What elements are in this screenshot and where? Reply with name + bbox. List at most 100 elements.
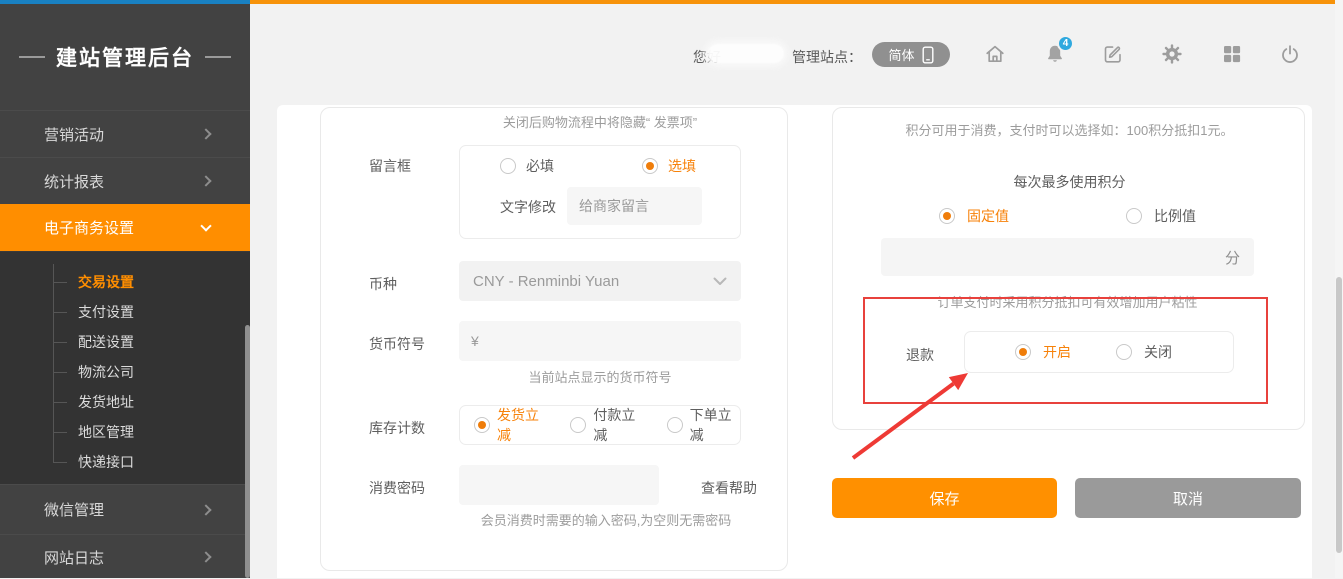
- sidebar-item-label: 营销活动: [44, 124, 202, 145]
- radio-pay-deduct-label: 付款立减: [593, 405, 643, 445]
- message-box-group: 必填 选填 文字修改: [459, 145, 741, 239]
- currency-symbol-label: 货币符号: [369, 334, 425, 354]
- chevron-right-icon: [200, 175, 211, 186]
- top-accent-orange: [250, 0, 1343, 4]
- points-settings-panel-right: 积分可用于消费，支付时可以选择如：100积分抵扣1元。 每次最多使用积分 固定值…: [832, 107, 1305, 430]
- radio-optional[interactable]: [642, 158, 658, 174]
- sidebar-item-ecommerce-settings[interactable]: 电子商务设置: [0, 204, 250, 251]
- sidebar-item-wechat[interactable]: 微信管理: [0, 484, 250, 534]
- sidebar-item-label: 统计报表: [44, 171, 202, 192]
- radio-optional-label: 选填: [668, 156, 696, 176]
- chevron-down-icon: [200, 220, 211, 231]
- cancel-button[interactable]: 取消: [1075, 478, 1301, 518]
- consume-password-label: 消费密码: [369, 478, 425, 498]
- max-points-input[interactable]: [895, 249, 1225, 265]
- bell-icon: 4: [1043, 42, 1067, 66]
- radio-required[interactable]: [500, 158, 516, 174]
- gear-icon: [1160, 42, 1184, 66]
- submenu-item-delivery-settings[interactable]: 配送设置: [0, 327, 250, 357]
- grid-icon: [1221, 43, 1243, 65]
- trade-settings-panel-left: 关闭后购物流程中将隐藏“ 发票项” 留言框 必填 选填 文字修改 币种 CNY …: [320, 107, 788, 571]
- site-label: 管理站点：: [792, 47, 862, 67]
- consume-password-input[interactable]: [459, 465, 659, 505]
- notifications-button[interactable]: 4: [1041, 40, 1069, 68]
- sidebar: 建站管理后台 营销活动 统计报表 电子商务设置 交易设置 支付设置 配送设置 物…: [0, 4, 250, 578]
- mobile-icon: [922, 46, 934, 64]
- radio-ship-deduct[interactable]: [474, 417, 490, 433]
- radio-refund-off-label: 关闭: [1144, 342, 1172, 362]
- radio-pay-deduct[interactable]: [570, 417, 586, 433]
- brand-dash-left: [19, 56, 45, 58]
- submenu-item-payment-settings[interactable]: 支付设置: [0, 297, 250, 327]
- text-edit-label: 文字修改: [500, 197, 556, 217]
- radio-required-label: 必填: [526, 156, 554, 176]
- refund-group: 开启 关闭: [964, 331, 1234, 373]
- consume-password-hint: 会员消费时需要的输入密码,为空则无需密码: [461, 510, 751, 529]
- brand: 建站管理后台: [0, 4, 250, 110]
- edit-button[interactable]: [1099, 40, 1127, 68]
- refund-label: 退款: [906, 345, 934, 365]
- home-icon: [983, 42, 1007, 66]
- radio-fixed-value-label: 固定值: [967, 206, 1009, 226]
- sidebar-item-label: 微信管理: [44, 499, 202, 520]
- message-box-label: 留言框: [369, 156, 411, 176]
- sidebar-item-site-log[interactable]: 网站日志: [0, 534, 250, 579]
- settings-button[interactable]: [1158, 40, 1186, 68]
- stock-count-label: 库存计数: [369, 418, 425, 438]
- message-required-option[interactable]: 必填: [500, 156, 554, 176]
- sidebar-item-label: 电子商务设置: [44, 217, 202, 238]
- chevron-right-icon: [200, 128, 211, 139]
- currency-select-value: CNY - Renminbi Yuan: [473, 273, 713, 290]
- site-language-label: 简体: [888, 45, 914, 64]
- radio-refund-on-label: 开启: [1043, 342, 1071, 362]
- page-scrollbar-thumb[interactable]: [1336, 277, 1342, 553]
- notification-badge: 4: [1057, 35, 1074, 52]
- chevron-right-icon: [200, 551, 211, 562]
- radio-ship-deduct-label: 发货立减: [497, 405, 547, 445]
- currency-label: 币种: [369, 274, 397, 294]
- sidebar-item-label: 网站日志: [44, 547, 202, 568]
- sidebar-scrollbar[interactable]: [245, 325, 250, 578]
- redacted-username: [708, 44, 784, 63]
- points-unit: 分: [1225, 247, 1240, 268]
- max-points-field: 分: [881, 238, 1254, 276]
- max-points-label: 每次最多使用积分: [843, 172, 1296, 192]
- ratio-value-option[interactable]: 比例值: [1126, 206, 1196, 226]
- invoice-hint: 关闭后购物流程中将隐藏“ 发票项”: [459, 112, 741, 131]
- ecommerce-submenu: 交易设置 支付设置 配送设置 物流公司 发货地址 地区管理 快递接口: [0, 251, 250, 484]
- brand-dash-right: [205, 56, 231, 58]
- radio-refund-on[interactable]: [1015, 344, 1031, 360]
- app-title: 建站管理后台: [56, 42, 194, 72]
- radio-fixed-value[interactable]: [939, 208, 955, 224]
- message-optional-option[interactable]: 选填: [642, 156, 696, 176]
- message-text-input[interactable]: [567, 187, 702, 225]
- radio-order-deduct[interactable]: [667, 417, 683, 433]
- currency-symbol-input[interactable]: [459, 321, 741, 361]
- home-button[interactable]: [981, 40, 1009, 68]
- fixed-value-option[interactable]: 固定值: [939, 206, 1009, 226]
- chevron-right-icon: [200, 504, 211, 515]
- currency-symbol-hint: 当前站点显示的货币符号: [459, 367, 741, 386]
- edit-icon: [1101, 42, 1125, 66]
- radio-refund-off[interactable]: [1116, 344, 1132, 360]
- stock-count-group: 发货立减 付款立减 下单立减: [459, 405, 741, 445]
- site-language-pill[interactable]: 简体: [872, 42, 950, 67]
- currency-select[interactable]: CNY - Renminbi Yuan: [459, 261, 741, 301]
- sidebar-item-reports[interactable]: 统计报表: [0, 157, 250, 204]
- submenu-item-logistics-company[interactable]: 物流公司: [0, 357, 250, 387]
- view-help-link[interactable]: 查看帮助: [701, 478, 757, 498]
- points-hint: 积分可用于消费，支付时可以选择如：100积分抵扣1元。: [843, 120, 1296, 139]
- radio-order-deduct-label: 下单立减: [690, 405, 740, 445]
- submenu-item-trade-settings[interactable]: 交易设置: [0, 267, 250, 297]
- submenu-item-shipping-address[interactable]: 发货地址: [0, 387, 250, 417]
- apps-grid-button[interactable]: [1218, 40, 1246, 68]
- app-root: 建站管理后台 营销活动 统计报表 电子商务设置 交易设置 支付设置 配送设置 物…: [0, 0, 1343, 578]
- deduct-hint: 订单支付时采用积分抵扣可有效增加用户粘性: [881, 292, 1254, 311]
- save-button[interactable]: 保存: [832, 478, 1057, 518]
- power-icon: [1278, 42, 1302, 66]
- submenu-item-region-management[interactable]: 地区管理: [0, 417, 250, 447]
- sidebar-item-marketing[interactable]: 营销活动: [0, 110, 250, 157]
- radio-ratio-value[interactable]: [1126, 208, 1142, 224]
- logout-button[interactable]: [1276, 40, 1304, 68]
- submenu-item-express-interface[interactable]: 快递接口: [0, 447, 250, 477]
